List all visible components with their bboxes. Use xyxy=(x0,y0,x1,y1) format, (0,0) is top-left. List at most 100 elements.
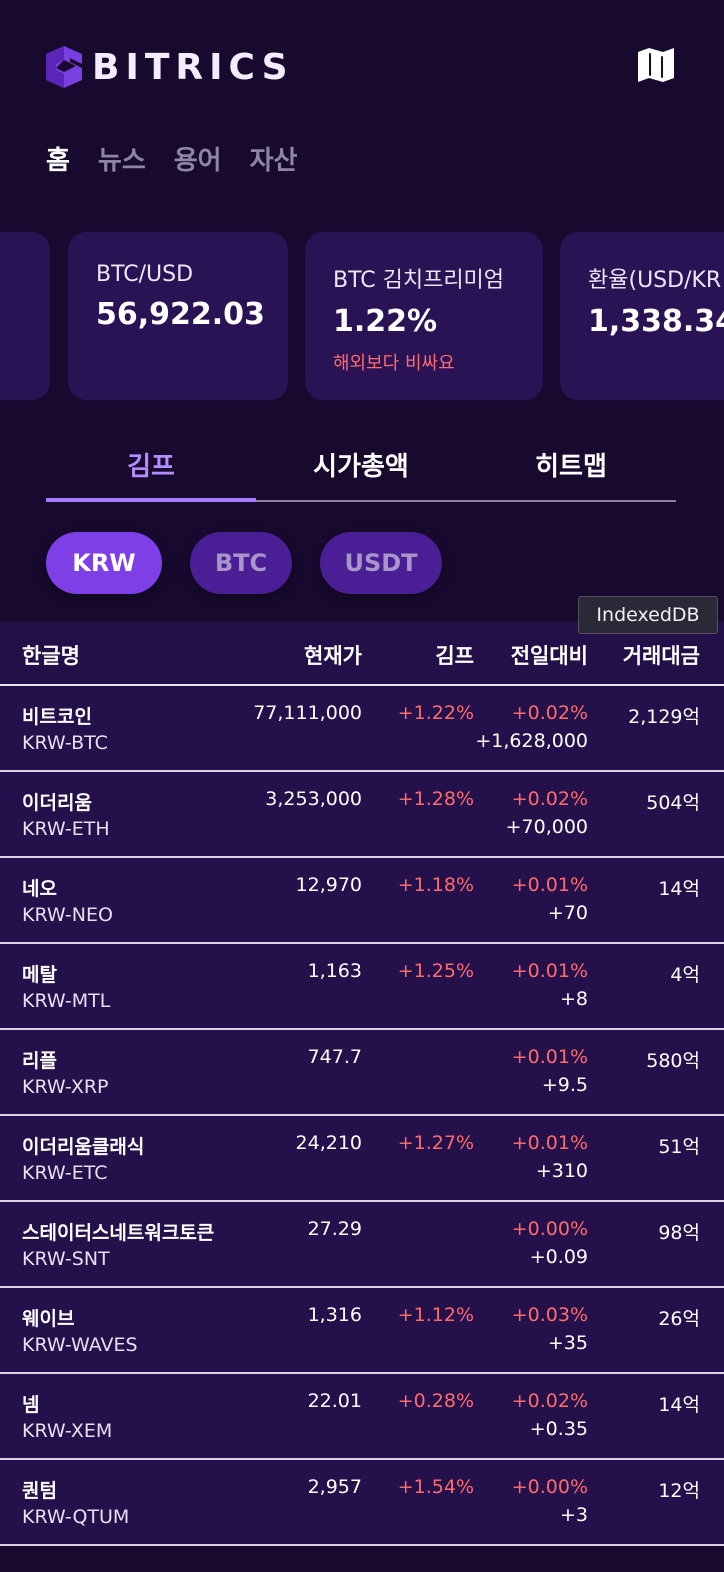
coin-name: 이더리움클래식 xyxy=(22,1136,145,1158)
pill-btc[interactable]: BTC xyxy=(190,532,292,594)
table-row[interactable]: 비트코인 KRW-BTC 77,111,000 +1.22% +0.02% +1,628,… xyxy=(0,686,724,772)
coin-price: 2,957 xyxy=(307,1476,362,1498)
nav-home[interactable]: 홈 xyxy=(46,140,70,177)
tab-kimp[interactable]: 김프 xyxy=(46,446,256,483)
coin-volume: 504억 xyxy=(646,792,700,814)
coin-symbol: KRW-NEO xyxy=(22,904,113,926)
header-kimp[interactable]: 김프 xyxy=(435,640,474,670)
card-label: BTC 김치프리미엄 xyxy=(333,268,505,293)
logo[interactable]: BITRICS xyxy=(46,46,294,88)
table-row[interactable]: 넴 KRW-XEM 22.01 +0.28% +0.02% +0.35 14억 xyxy=(0,1374,724,1460)
coin-price: 747.7 xyxy=(307,1046,362,1068)
coin-price: 24,210 xyxy=(295,1132,362,1154)
coin-kimp: +1.22% xyxy=(397,702,474,724)
coin-change-abs: +70,000 xyxy=(505,816,588,838)
ticker-card-kimchi-premium[interactable]: BTC 김치프리미엄 1.22% 해외보다 비싸요 xyxy=(305,232,543,400)
coin-kimp: +1.28% xyxy=(397,788,474,810)
coin-kimp: +1.27% xyxy=(397,1132,474,1154)
tab-heatmap[interactable]: 히트맵 xyxy=(466,446,676,483)
coin-price: 77,111,000 xyxy=(253,702,362,724)
table-row[interactable]: 웨이브 KRW-WAVES 1,316 +1.12% +0.03% +35 26억 xyxy=(0,1288,724,1374)
table-body: 비트코인 KRW-BTC 77,111,000 +1.22% +0.02% +1,628,… xyxy=(0,686,724,1546)
logo-text: BITRICS xyxy=(92,46,294,88)
coin-name: 넴 xyxy=(22,1394,40,1416)
coin-volume: 14억 xyxy=(658,1394,700,1416)
coin-kimp: +1.18% xyxy=(397,874,474,896)
map-icon[interactable] xyxy=(636,46,676,84)
coin-kimp: +1.12% xyxy=(397,1304,474,1326)
coin-name: 리플 xyxy=(22,1050,57,1072)
coin-volume: 26억 xyxy=(658,1308,700,1330)
tab-market-cap[interactable]: 시가총액 xyxy=(256,446,466,483)
coin-change-abs: +9.5 xyxy=(541,1074,588,1096)
header-name[interactable]: 한글명 xyxy=(22,640,80,670)
card-subtext: 해외보다 비싸요 xyxy=(333,353,455,374)
coin-price: 1,316 xyxy=(307,1304,362,1326)
coin-table: 한글명 현재가 김프 전일대비 거래대금 비트코인 KRW-BTC 77,111,0… xyxy=(0,622,724,1546)
table-row[interactable]: 이더리움 KRW-ETH 3,253,000 +1.28% +0.02% +70,000 5… xyxy=(0,772,724,858)
header-price[interactable]: 현재가 xyxy=(304,640,362,670)
coin-price: 3,253,000 xyxy=(265,788,362,810)
coin-change-abs: +3 xyxy=(559,1504,588,1526)
card-label: BTC/USD xyxy=(96,262,194,287)
card-value: 56,922.03 xyxy=(96,297,265,332)
currency-pills: KRW BTC USDT xyxy=(46,532,442,594)
coin-volume: 2,129억 xyxy=(628,706,700,728)
coin-change-pct: +0.03% xyxy=(511,1304,588,1326)
coin-volume: 98억 xyxy=(658,1222,700,1244)
coin-symbol: KRW-MTL xyxy=(22,990,111,1012)
coin-kimp: +1.54% xyxy=(397,1476,474,1498)
coin-price: 27.29 xyxy=(307,1218,362,1240)
coin-change-abs: +310 xyxy=(535,1160,588,1182)
coin-price: 22.01 xyxy=(307,1390,362,1412)
table-row[interactable]: 이더리움클래식 KRW-ETC 24,210 +1.27% +0.01% +310 51억 xyxy=(0,1116,724,1202)
coin-volume: 51억 xyxy=(658,1136,700,1158)
coin-change-abs: +70 xyxy=(547,902,588,924)
coin-symbol: KRW-ETH xyxy=(22,818,110,840)
ticker-card-partial[interactable] xyxy=(0,232,50,400)
pill-usdt[interactable]: USDT xyxy=(320,532,442,594)
nav-terms[interactable]: 용어 xyxy=(174,140,222,177)
coin-symbol: KRW-ETC xyxy=(22,1162,108,1184)
coin-change-pct: +0.00% xyxy=(511,1476,588,1498)
pill-krw[interactable]: KRW xyxy=(46,532,162,594)
nav-assets[interactable]: 자산 xyxy=(250,140,298,177)
header-change[interactable]: 전일대비 xyxy=(511,640,588,670)
coin-symbol: KRW-BTC xyxy=(22,732,108,754)
nav-news[interactable]: 뉴스 xyxy=(98,140,146,177)
card-value: 1,338.34 xyxy=(588,304,724,339)
coin-name: 퀀텀 xyxy=(22,1480,57,1502)
coin-symbol: KRW-SNT xyxy=(22,1248,110,1270)
table-row[interactable]: 스테이터스네트워크토큰 KRW-SNT 27.29 +0.00% +0.09 98억 xyxy=(0,1202,724,1288)
coin-name: 웨이브 xyxy=(22,1308,75,1330)
coin-change-abs: +0.35 xyxy=(529,1418,588,1440)
ticker-card-btc-usd[interactable]: BTC/USD 56,922.03 xyxy=(68,232,288,400)
coin-price: 1,163 xyxy=(307,960,362,982)
table-row[interactable]: 리플 KRW-XRP 747.7 +0.01% +9.5 580억 xyxy=(0,1030,724,1116)
coin-change-pct: +0.01% xyxy=(511,1132,588,1154)
header-volume[interactable]: 거래대금 xyxy=(623,640,700,670)
table-row[interactable]: 메탈 KRW-MTL 1,163 +1.25% +0.01% +8 4억 xyxy=(0,944,724,1030)
main-nav: 홈 뉴스 용어 자산 xyxy=(46,140,297,177)
coin-name: 이더리움 xyxy=(22,792,92,814)
ticker-card-exchange-rate[interactable]: 환율(USD/KR 1,338.34 xyxy=(560,232,724,400)
coin-change-abs: +35 xyxy=(547,1332,588,1354)
coin-change-pct: +0.00% xyxy=(511,1218,588,1240)
coin-volume: 12억 xyxy=(658,1480,700,1502)
table-row[interactable]: 퀀텀 KRW-QTUM 2,957 +1.54% +0.00% +3 12억 xyxy=(0,1460,724,1546)
coin-price: 12,970 xyxy=(295,874,362,896)
coin-volume: 4억 xyxy=(670,964,700,986)
coin-volume: 580억 xyxy=(646,1050,700,1072)
coin-symbol: KRW-XEM xyxy=(22,1420,113,1442)
coin-name: 비트코인 xyxy=(22,706,92,728)
coin-name: 네오 xyxy=(22,878,57,900)
coin-change-pct: +0.01% xyxy=(511,1046,588,1068)
table-row[interactable]: 네오 KRW-NEO 12,970 +1.18% +0.01% +70 14억 xyxy=(0,858,724,944)
coin-change-abs: +1,628,000 xyxy=(475,730,588,752)
market-tabs: 김프 시가총액 히트맵 xyxy=(46,440,676,502)
coin-change-abs: +8 xyxy=(559,988,588,1010)
app-header: BITRICS xyxy=(0,0,724,130)
coin-change-pct: +0.01% xyxy=(511,874,588,896)
coin-symbol: KRW-WAVES xyxy=(22,1334,138,1356)
bitrics-logo-icon xyxy=(46,46,82,88)
